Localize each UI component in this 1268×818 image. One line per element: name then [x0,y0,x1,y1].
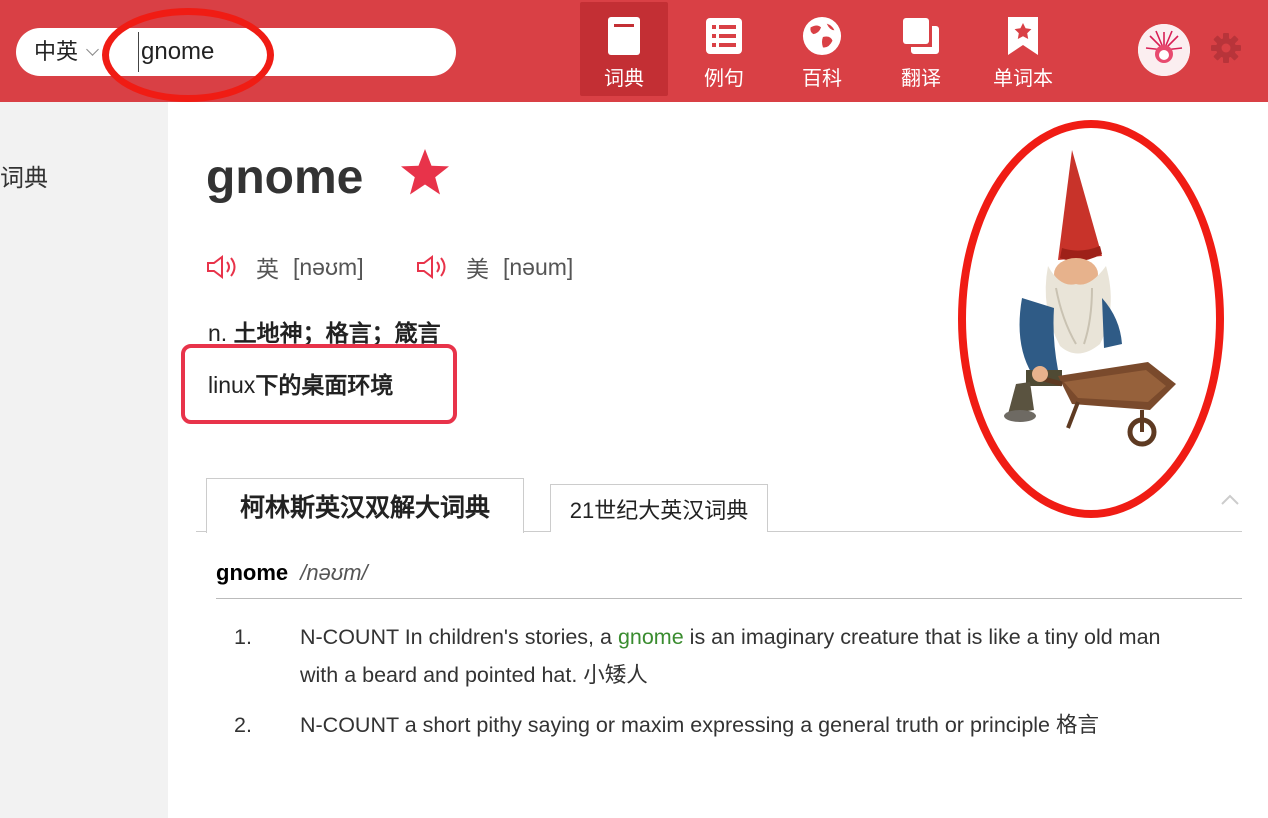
copy-pages-icon [901,16,941,56]
sense-text-part: a short pithy saying or maxim expressing… [398,713,1099,737]
language-select-label: 中英 [34,39,79,64]
language-select[interactable]: 中英 [34,28,99,76]
nav-tab-wordbook[interactable]: 单词本 [982,2,1064,96]
part-of-speech: n. [208,320,228,346]
search-bar: 中英 [16,28,456,76]
sense-number: 2. [234,713,252,737]
sense-text: N-COUNT In children's stories, a gnome i… [300,618,1180,694]
pronunciation-us: 美 [nəum] [416,250,573,284]
speaker-icon[interactable] [206,254,240,280]
tab-label: 21世纪大英汉词典 [569,497,749,523]
nav-tab-label: 词典 [604,68,644,90]
top-bar: 中英 词典 例句 百科 翻译 单词本 [0,0,1268,102]
region-label-us: 美 [466,256,489,282]
web-definition-cn: 下的桌面环境 [255,372,394,398]
ipa-us: [nəum] [503,253,574,280]
chevron-up-icon[interactable] [1220,494,1240,506]
dictionary-book-icon [604,16,644,56]
favorite-star-icon[interactable] [398,146,452,200]
sidebar: 词典 [0,102,168,818]
speaker-icon[interactable] [416,254,450,280]
chevron-down-icon [86,42,99,56]
list-icon [704,16,744,56]
tab-collins[interactable]: 柯林斯英汉双解大词典 [206,478,524,533]
entry-headword-line: gnome /nəʊm/ [216,560,368,586]
nav-tab-dictionary[interactable]: 词典 [580,2,668,96]
tab-21st-century[interactable]: 21世纪大英汉词典 [550,484,768,532]
settings-gear-icon[interactable] [1210,32,1242,64]
tab-label: 柯林斯英汉双解大词典 [239,494,490,522]
nav-tab-label: 百科 [802,68,842,90]
search-input[interactable] [138,32,438,72]
sidebar-item-dictionary[interactable]: 词典 [0,158,48,193]
nav-tab-examples[interactable]: 例句 [680,2,768,96]
web-definition-en: linux [208,372,256,398]
nav-tab-label: 单词本 [993,68,1053,90]
divider [216,598,1242,599]
nav-tab-encyclopedia[interactable]: 百科 [778,2,866,96]
entry-ipa: /nəʊm/ [300,560,368,585]
sense-text: N-COUNT a short pithy saying or maxim ex… [300,706,1180,744]
dictionary-tabs: 柯林斯英汉双解大词典 21世纪大英汉词典 [196,478,1242,533]
definition-text: 土地神；格言；箴言 [233,320,441,346]
sense-tag: N-COUNT [300,713,399,737]
ipa-uk: [nəʊm] [293,253,364,280]
sense-tag: N-COUNT [300,625,399,649]
bookmark-star-icon [1003,16,1043,56]
highlight-word[interactable]: gnome [618,625,684,649]
entry-headword: gnome [216,560,289,585]
user-avatar[interactable] [1138,24,1190,76]
nav-tab-label: 例句 [704,68,744,90]
web-definition: linux下的桌面环境 [208,366,393,400]
pronunciation-uk: 英 [nəʊm] [206,250,364,284]
gnome-image [1004,150,1176,447]
word-title: gnome [206,151,364,204]
globe-icon [802,16,842,56]
nav-tab-translate[interactable]: 翻译 [876,2,966,96]
nav-tab-label: 翻译 [901,68,941,90]
basic-definition: n. 土地神；格言；箴言 [208,314,441,348]
sense-text-part: In children's stories, a [398,625,618,649]
region-label-uk: 英 [256,256,279,282]
sense-number: 1. [234,625,252,649]
